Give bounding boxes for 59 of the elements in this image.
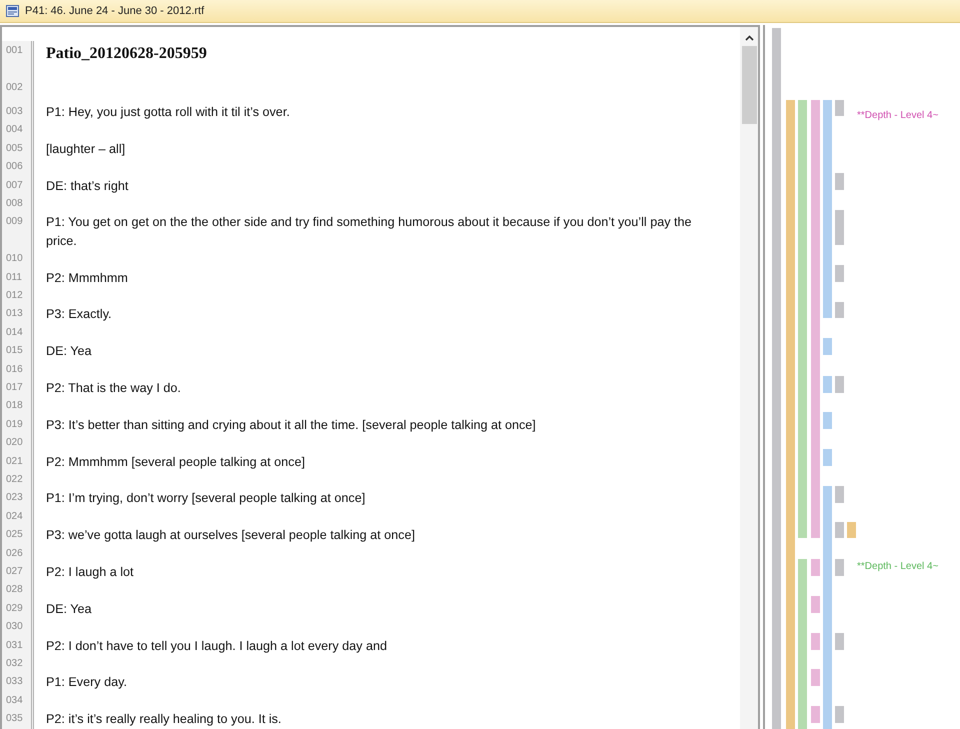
line-number: 003 (6, 106, 23, 117)
line-number: 006 (6, 161, 23, 172)
document-heading: Patio_20120628-205959 (46, 45, 207, 62)
line-number: 027 (6, 566, 23, 577)
document-icon (6, 5, 19, 17)
line-number: 010 (6, 253, 23, 264)
transcript-line: DE: Yea (46, 344, 92, 358)
line-number: 012 (6, 290, 23, 301)
transcript-line: DE: Yea (46, 602, 92, 616)
line-number: 007 (6, 180, 23, 191)
line-number: 001 (6, 45, 23, 56)
line-number: 022 (6, 474, 23, 485)
transcript-line: P3: It’s better than sitting and crying about it all the time. [several people talking at once] (46, 418, 536, 432)
line-number: 011 (6, 272, 22, 283)
line-number: 021 (6, 456, 23, 467)
line-number: 013 (6, 308, 23, 320)
code-label[interactable]: **Depth - Level 4~ (857, 110, 938, 121)
transcript-line: P1: Hey, you just gotta roll with it til it’s over. (46, 105, 290, 119)
transcript-line: P2: That is the way I do. (46, 380, 181, 395)
line-number: 033 (6, 676, 23, 688)
line-number: 026 (6, 548, 23, 559)
window-title: P41: 46. June 24 - June 30 - 2012.rtf (25, 5, 204, 17)
scrollbar[interactable] (740, 27, 758, 729)
transcript-line: [laughter – all] (46, 142, 126, 156)
transcript-line: P2: I laugh a lot (46, 564, 134, 579)
line-number: 029 (6, 602, 23, 614)
transcript-line: P3: Exactly. (46, 307, 112, 322)
transcript-line: P1: Every day. (46, 675, 127, 690)
line-number: 034 (6, 694, 23, 706)
transcript-line: P2: Mmmhmm [several people talking at once] (46, 454, 305, 469)
line-number: 035 (6, 713, 23, 724)
line-number: 030 (6, 621, 23, 632)
line-number: 023 (6, 492, 23, 504)
line-number: 019 (6, 418, 23, 430)
line-number: 014 (6, 326, 23, 338)
line-number: 016 (6, 364, 23, 375)
line-number: 017 (6, 382, 23, 393)
line-number: 032 (6, 658, 23, 669)
transcript-line: DE: that’s right (46, 178, 128, 193)
line-number: 020 (6, 437, 23, 448)
line-number: 004 (6, 124, 23, 136)
transcript-line: P2: Mmmhmm (46, 270, 128, 285)
line-number: 025 (6, 529, 23, 540)
scroll-thumb[interactable] (742, 46, 756, 124)
line-number: 009 (6, 216, 23, 228)
transcript-line: P2: it’s it’s really really healing to you. It is. (46, 712, 282, 726)
transcript-line: P1: You get on get on the the other side and try find something humorous about it because if you don’t you’ll pay the price. (46, 215, 692, 248)
line-number: 028 (6, 584, 23, 596)
line-number: 002 (6, 82, 23, 93)
line-number: 018 (6, 400, 23, 412)
line-number: 008 (6, 198, 23, 209)
transcript-line: P1: I’m trying, don’t worry [several people talking at once] (46, 491, 366, 506)
line-number: 015 (6, 345, 23, 356)
line-number: 031 (6, 640, 23, 651)
transcript-line: P2: I don’t have to tell you I laugh. I laugh a lot every day and (46, 638, 387, 653)
code-label[interactable]: **Depth - Level 4~ (857, 561, 938, 572)
line-number: 005 (6, 142, 23, 154)
transcript-line: P3: we’ve gotta laugh at ourselves [several people talking at once] (46, 528, 415, 542)
line-number: 024 (6, 510, 23, 522)
